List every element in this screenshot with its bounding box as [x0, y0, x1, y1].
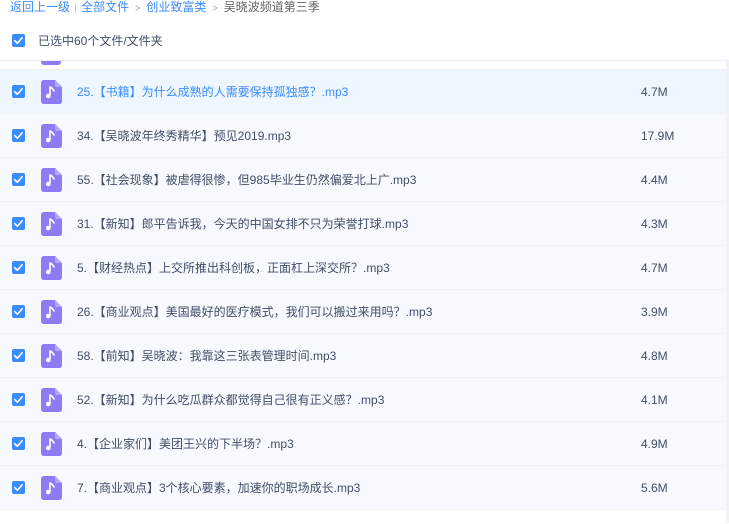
checkmark-icon	[14, 483, 23, 492]
file-size: 3.9M	[641, 305, 668, 319]
file-checkbox[interactable]	[12, 349, 25, 362]
checkmark-icon	[14, 131, 23, 140]
checkmark-icon	[14, 395, 23, 404]
separator-pipe: |	[74, 0, 78, 14]
file-row[interactable]: 31.【新知】郎平告诉我，今天的中国女排不只为荣誉打球.mp3 4.3M	[0, 202, 729, 246]
chevron-right-icon: >	[212, 3, 218, 13]
audio-file-icon	[41, 476, 62, 500]
checkmark-icon	[14, 219, 23, 228]
checkmark-icon	[14, 439, 23, 448]
file-size: 4.4M	[641, 173, 668, 187]
file-row[interactable]: 58.【前知】吴晓波：我靠这三张表管理时间.mp3 4.8M	[0, 334, 729, 378]
file-list: 25.【书籍】为什么成熟的人需要保持孤独感？.mp3 4.7M 34.【吴晓波年终秀…	[0, 60, 729, 524]
file-size: 5.6M	[641, 481, 668, 495]
audio-file-icon	[41, 300, 62, 324]
audio-file-icon	[41, 344, 62, 368]
list-item-partial	[0, 61, 729, 70]
checkmark-icon	[14, 307, 23, 316]
file-row[interactable]: 7.【商业观点】3个核心要素，加速你的职场成长.mp3 5.6M	[0, 466, 729, 510]
audio-file-icon	[41, 388, 62, 412]
file-size: 4.9M	[641, 437, 668, 451]
file-size: 4.7M	[641, 261, 668, 275]
file-checkbox[interactable]	[12, 261, 25, 274]
audio-file-icon	[41, 168, 62, 192]
file-checkbox[interactable]	[12, 305, 25, 318]
file-checkbox[interactable]	[12, 393, 25, 406]
checkmark-icon	[14, 351, 23, 360]
checkmark-icon	[14, 263, 23, 272]
file-row[interactable]: 5.【财经热点】上交所推出科创板，正面杠上深交所？.mp3 4.7M	[0, 246, 729, 290]
checkmark-icon	[14, 175, 23, 184]
file-name-link[interactable]: 5.【财经热点】上交所推出科创板，正面杠上深交所？.mp3	[77, 246, 390, 290]
audio-file-icon	[41, 256, 62, 280]
back-link[interactable]: 返回上一级	[10, 0, 70, 14]
audio-file-icon	[41, 212, 62, 236]
file-checkbox[interactable]	[12, 217, 25, 230]
file-row[interactable]: 52.【新知】为什么吃瓜群众都觉得自己很有正义感？.mp3 4.1M	[0, 378, 729, 422]
file-name-link[interactable]: 52.【新知】为什么吃瓜群众都觉得自己很有正义感？.mp3	[77, 378, 384, 422]
file-checkbox[interactable]	[12, 173, 25, 186]
breadcrumb: 返回上一级 | 全部文件 > 创业致富类 > 吴晓波频道第三季	[0, 0, 320, 14]
file-name-link[interactable]: 4.【企业家们】美团王兴的下半场？.mp3	[77, 422, 294, 466]
checkmark-icon	[14, 87, 23, 96]
file-checkbox[interactable]	[12, 129, 25, 142]
file-name-link[interactable]: 26.【商业观点】美国最好的医疗模式，我们可以搬过来用吗？.mp3	[77, 290, 432, 334]
file-row[interactable]: 34.【吴晓波年终秀精华】预见2019.mp3 17.9M	[0, 114, 729, 158]
file-row[interactable]: 25.【书籍】为什么成熟的人需要保持孤独感？.mp3 4.7M	[0, 70, 729, 114]
file-size: 4.7M	[641, 85, 668, 99]
selection-count-label: 已选中60个文件/文件夹	[38, 33, 163, 48]
file-row[interactable]: 55.【社会现象】被虐得很惨，但985毕业生仍然偏爱北上广.mp3 4.4M	[0, 158, 729, 202]
select-all-checkbox[interactable]	[12, 33, 25, 47]
file-checkbox[interactable]	[12, 85, 25, 98]
file-row[interactable]: 26.【商业观点】美国最好的医疗模式，我们可以搬过来用吗？.mp3 3.9M	[0, 290, 729, 334]
file-name-link[interactable]: 31.【新知】郎平告诉我，今天的中国女排不只为荣誉打球.mp3	[77, 202, 408, 246]
file-name-link[interactable]: 7.【商业观点】3个核心要素，加速你的职场成长.mp3	[77, 466, 360, 510]
file-row[interactable]: 4.【企业家们】美团王兴的下半场？.mp3 4.9M	[0, 422, 729, 466]
current-folder-name: 吴晓波频道第三季	[223, 0, 320, 14]
file-name-link[interactable]: 58.【前知】吴晓波：我靠这三张表管理时间.mp3	[77, 334, 336, 378]
file-name-link[interactable]: 34.【吴晓波年终秀精华】预见2019.mp3	[77, 114, 291, 158]
chevron-right-icon: >	[135, 3, 141, 13]
file-size: 17.9M	[641, 129, 675, 143]
file-name-link[interactable]: 55.【社会现象】被虐得很惨，但985毕业生仍然偏爱北上广.mp3	[77, 158, 416, 202]
audio-file-icon	[41, 124, 62, 148]
audio-file-icon	[41, 432, 62, 456]
folder-link-entrepreneurship[interactable]: 创业致富类	[146, 0, 206, 14]
audio-file-icon	[41, 80, 62, 104]
list-header: 已选中60个文件/文件夹	[0, 28, 729, 52]
file-checkbox[interactable]	[12, 481, 25, 494]
file-size: 4.3M	[641, 217, 668, 231]
file-checkbox[interactable]	[12, 437, 25, 450]
file-name-link[interactable]: 25.【书籍】为什么成熟的人需要保持孤独感？.mp3	[77, 70, 348, 114]
file-size: 4.8M	[641, 349, 668, 363]
all-files-link[interactable]: 全部文件	[81, 0, 129, 14]
audio-file-icon	[41, 61, 61, 65]
checkmark-icon	[14, 36, 23, 44]
file-size: 4.1M	[641, 393, 668, 407]
